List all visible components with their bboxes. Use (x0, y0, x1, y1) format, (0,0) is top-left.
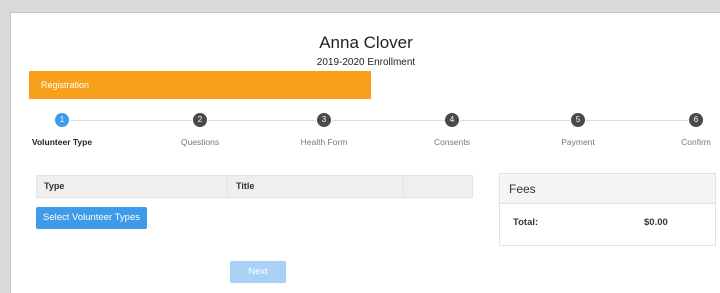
person-name: Anna Clover (319, 33, 413, 52)
step-2-indicator[interactable]: 2 (193, 113, 207, 127)
fees-total-row: Total: $0.00 (500, 204, 715, 244)
column-divider (403, 176, 404, 197)
column-header-type: Type (44, 181, 65, 191)
step-4-label: Consents (434, 137, 470, 147)
step-connector (208, 120, 316, 121)
next-button[interactable]: Next (230, 261, 286, 283)
step-1-indicator[interactable]: 1 (55, 113, 69, 127)
step-6-label: Confirm (681, 137, 711, 147)
step-2-label: Questions (180, 137, 220, 147)
step-5-indicator[interactable]: 5 (571, 113, 585, 127)
volunteer-types-table-header: Type Title (36, 175, 473, 198)
step-5-label: Payment (561, 137, 595, 147)
step-6-indicator[interactable]: 6 (689, 113, 703, 127)
registration-bar: Registration (29, 71, 371, 99)
fees-panel: Fees Total: $0.00 (499, 173, 716, 246)
step-3-indicator[interactable]: 3 (317, 113, 331, 127)
step-3-label: Health Form (300, 137, 348, 147)
column-header-title: Title (236, 181, 255, 191)
column-divider (227, 176, 228, 197)
step-1-label: Volunteer Type (31, 137, 93, 147)
step-4-indicator[interactable]: 4 (445, 113, 459, 127)
step-connector (586, 120, 688, 121)
select-volunteer-types-button[interactable]: Select Volunteer Types (36, 207, 147, 229)
fees-total-label: Total: (513, 217, 539, 228)
step-connector (70, 120, 192, 121)
step-connector (460, 120, 570, 121)
enrollment-subtitle: 2019-2020 Enrollment (316, 57, 416, 68)
step-connector (332, 120, 445, 121)
fees-total-value: $0.00 (644, 217, 668, 228)
progress-stepper: 1 Volunteer Type 2 Questions 3 Health Fo… (11, 111, 720, 151)
enrollment-card: Anna Clover 2019-2020 Enrollment Registr… (10, 12, 720, 293)
fees-title: Fees (500, 174, 715, 204)
